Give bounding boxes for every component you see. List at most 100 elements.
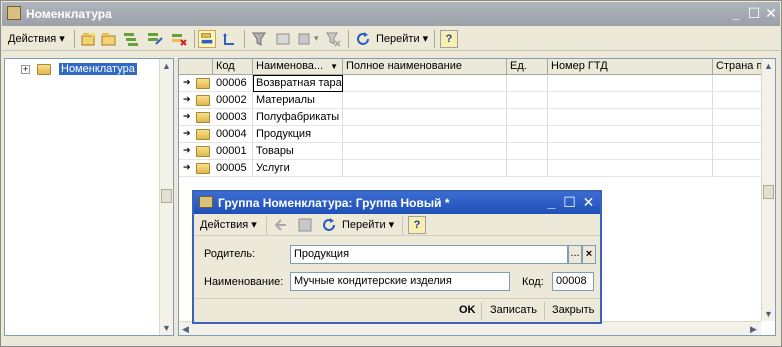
- cell-unit: [507, 160, 548, 177]
- row-expand-icon: ➔: [183, 162, 191, 172]
- ok-button[interactable]: OK: [459, 304, 476, 316]
- clear-filter-icon[interactable]: [324, 30, 342, 48]
- table-row[interactable]: ➔ 00006 Возвратная тара: [179, 75, 763, 92]
- cell-code: 00001: [213, 143, 253, 160]
- cell-unit: [507, 126, 548, 143]
- table-row[interactable]: ➔ 00004 Продукция: [179, 126, 763, 143]
- actions-menu-label: Действия: [8, 33, 57, 45]
- help-glyph: ?: [413, 219, 421, 231]
- refresh-icon[interactable]: [320, 216, 338, 234]
- cell-gtd: [548, 160, 713, 177]
- cell-gtd: [548, 75, 713, 92]
- scroll-right-icon[interactable]: ▶: [747, 322, 760, 335]
- hierarchy-icon[interactable]: [198, 30, 216, 48]
- save-icon[interactable]: [296, 216, 314, 234]
- dialog-titlebar[interactable]: Группа Номенклатура: Группа Новый * _ ☐ …: [194, 192, 600, 214]
- code-label: Код:: [522, 276, 544, 288]
- expand-icon[interactable]: +: [21, 65, 30, 74]
- filter-value-icon[interactable]: [274, 30, 292, 48]
- dialog-footer: OK Записать Закрыть: [194, 298, 600, 322]
- cell-name: Товары: [253, 143, 343, 160]
- footer-separator: [544, 302, 545, 320]
- chevron-down-icon[interactable]: ▾: [314, 33, 319, 44]
- row-expand-icon: ➔: [183, 128, 191, 138]
- select-button[interactable]: ...: [568, 245, 582, 264]
- row-expand-icon: ➔: [183, 145, 191, 155]
- parent-field[interactable]: Продукция: [290, 245, 568, 264]
- refresh-icon[interactable]: [354, 30, 372, 48]
- goto-menu-button[interactable]: Перейти ▾: [376, 32, 428, 45]
- catalog-icon: [7, 6, 21, 20]
- column-header-name-label: Наименова...: [256, 60, 324, 72]
- name-field[interactable]: Мучные кондитерские изделия: [290, 272, 510, 291]
- name-value: Мучные кондитерские изделия: [294, 275, 452, 287]
- help-glyph: ?: [445, 33, 453, 45]
- footer-separator: [481, 302, 482, 320]
- help-icon[interactable]: ?: [408, 216, 426, 234]
- group-tree[interactable]: + Номенклатура ▲ ▼: [4, 58, 174, 336]
- cell-full-name: [343, 75, 507, 92]
- filter-icon[interactable]: [250, 30, 268, 48]
- scroll-thumb[interactable]: [161, 189, 172, 203]
- code-value: 00008: [556, 275, 587, 287]
- column-header-unit[interactable]: Ед.: [507, 59, 548, 75]
- close-button[interactable]: Закрыть: [552, 304, 594, 316]
- column-header-full-name[interactable]: Полное наименование: [343, 59, 507, 75]
- toolbar-separator: [74, 30, 75, 48]
- maximize-icon[interactable]: ☐: [562, 195, 577, 210]
- column-header-code[interactable]: Код: [213, 59, 253, 75]
- table-row[interactable]: ➔ 00003 Полуфабрикаты: [179, 109, 763, 126]
- level-up-icon[interactable]: [220, 30, 238, 48]
- scroll-down-icon[interactable]: ▼: [160, 321, 173, 335]
- save-button[interactable]: Записать: [490, 304, 537, 316]
- maximize-icon[interactable]: ☐: [746, 6, 762, 22]
- scroll-down-icon[interactable]: ▼: [762, 307, 775, 321]
- cell-name: Полуфабрикаты: [253, 109, 343, 126]
- delete-icon[interactable]: [170, 30, 188, 48]
- scroll-up-icon[interactable]: ▲: [160, 59, 173, 73]
- cell-code: 00005: [213, 160, 253, 177]
- tree-vertical-scrollbar[interactable]: ▲ ▼: [159, 59, 173, 335]
- dialog-actions-menu-button[interactable]: Действия ▾: [200, 218, 257, 231]
- table-row[interactable]: ➔ 00005 Услуги: [179, 160, 763, 177]
- main-toolbar: Действия ▾ ▾ Перейти ▾ ?: [2, 27, 780, 51]
- add-icon[interactable]: [80, 30, 98, 48]
- filter-list-icon[interactable]: [296, 30, 314, 48]
- window-title: Номенклатура: [26, 7, 112, 21]
- table-header: Код Наименова... ▼ Полное наименование Е…: [179, 59, 773, 75]
- parent-value: Продукция: [294, 248, 350, 260]
- close-icon[interactable]: ✕: [763, 6, 779, 22]
- close-icon[interactable]: ✕: [581, 195, 596, 210]
- table-row[interactable]: ➔ 00001 Товары: [179, 143, 763, 160]
- select-glyph: ...: [570, 247, 580, 259]
- window-titlebar[interactable]: Номенклатура _ ☐ ✕: [2, 2, 780, 26]
- column-header-name[interactable]: Наименова... ▼: [253, 59, 343, 75]
- help-icon[interactable]: ?: [440, 30, 458, 48]
- add-group-icon[interactable]: [100, 30, 118, 48]
- cell-full-name: [343, 92, 507, 109]
- cell-gtd: [548, 109, 713, 126]
- dialog-goto-menu-button[interactable]: Перейти ▾: [342, 218, 394, 231]
- scroll-left-icon[interactable]: ◀: [179, 322, 192, 335]
- name-label: Наименование:: [204, 276, 284, 288]
- table-vertical-scrollbar[interactable]: ▲ ▼: [761, 59, 775, 321]
- minimize-icon[interactable]: _: [728, 6, 744, 22]
- cell-code: 00004: [213, 126, 253, 143]
- minimize-icon[interactable]: _: [544, 195, 559, 210]
- scroll-thumb[interactable]: [763, 185, 774, 199]
- cell-full-name: [343, 109, 507, 126]
- folder-icon: [196, 95, 210, 106]
- post-icon[interactable]: [272, 216, 290, 234]
- clear-icon[interactable]: ×: [582, 245, 596, 264]
- code-field[interactable]: 00008: [552, 272, 594, 291]
- actions-menu-button[interactable]: Действия ▾: [8, 32, 65, 45]
- edit-icon[interactable]: [146, 30, 164, 48]
- copy-icon[interactable]: [122, 30, 140, 48]
- row-expand-icon: ➔: [183, 77, 191, 87]
- cell-full-name: [343, 160, 507, 177]
- folder-icon: [196, 78, 210, 89]
- scroll-up-icon[interactable]: ▲: [762, 59, 775, 73]
- table-row[interactable]: ➔ 00002 Материалы: [179, 92, 763, 109]
- column-header-gtd[interactable]: Номер ГТД: [548, 59, 713, 75]
- cell-code: 00003: [213, 109, 253, 126]
